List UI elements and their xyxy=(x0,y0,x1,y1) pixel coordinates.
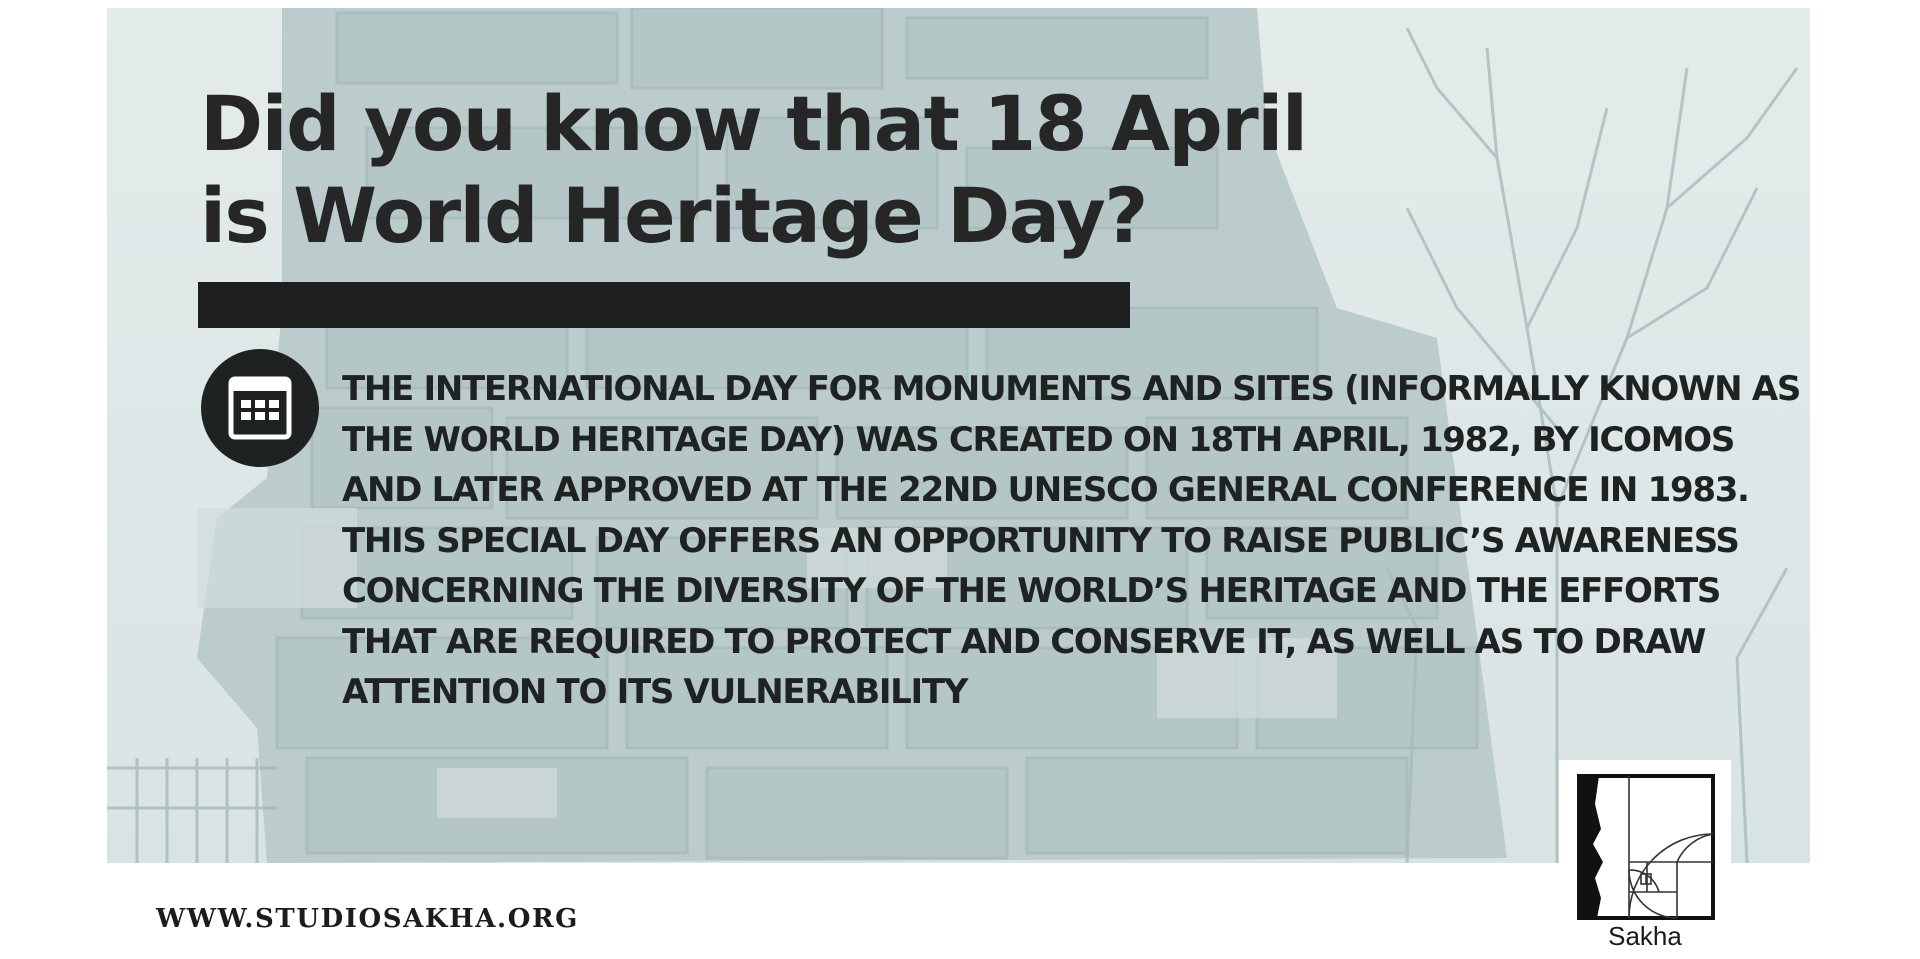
heritage-day-poster: Did you know that 18 April is World Heri… xyxy=(0,0,1920,959)
headline-line-2: is World Heritage Day? xyxy=(200,171,1148,260)
website-link[interactable]: WWW.STUDIOSAKHA.ORG xyxy=(156,904,579,934)
calendar-badge xyxy=(201,349,319,467)
headline-line-1: Did you know that 18 April xyxy=(200,79,1308,168)
sakha-logo: Sakha xyxy=(1559,760,1731,955)
logo-label: Sakha xyxy=(1608,921,1682,951)
paragraph-history: THE INTERNATIONAL DAY FOR MONUMENTS AND … xyxy=(342,369,1801,510)
heritage-day-description: THE INTERNATIONAL DAY FOR MONUMENTS AND … xyxy=(342,364,1802,718)
calendar-icon xyxy=(228,376,292,440)
headline-underline-bar xyxy=(198,282,1130,328)
golden-spiral-logo-icon xyxy=(1577,774,1715,920)
page-title: Did you know that 18 April is World Heri… xyxy=(200,78,1400,262)
paragraph-purpose: THIS SPECIAL DAY OFFERS AN OPPORTUNITY T… xyxy=(342,520,1740,713)
